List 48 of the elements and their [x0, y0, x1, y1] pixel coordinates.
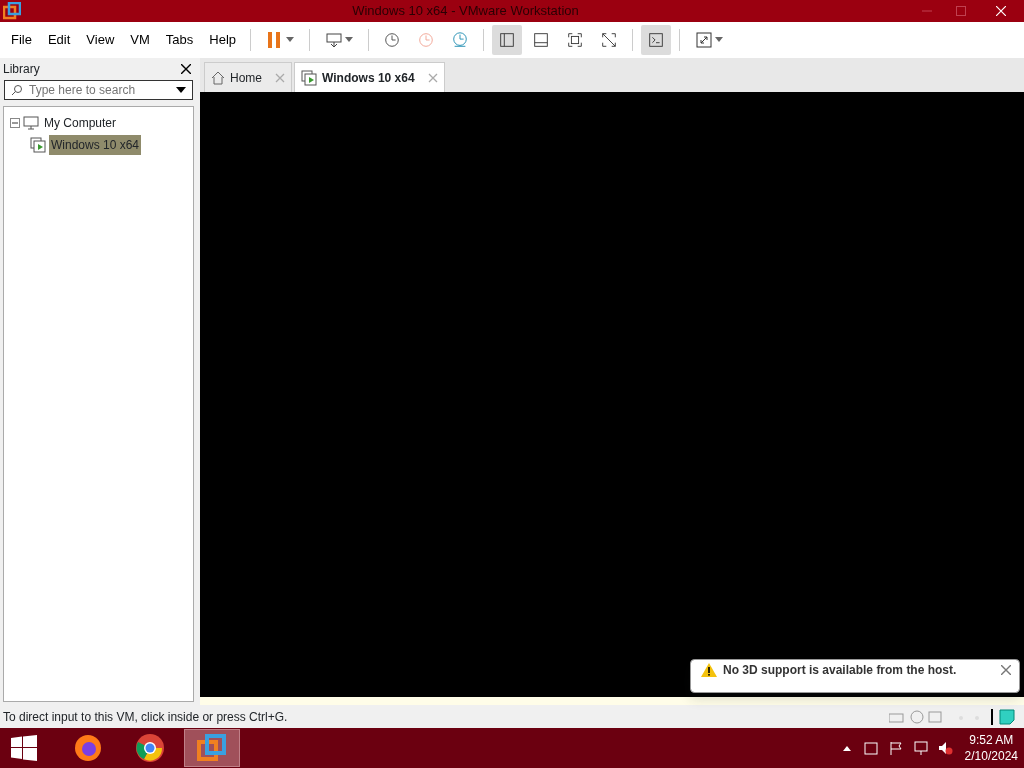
clock-icon: [383, 30, 402, 50]
menu-item[interactable]: Tabs: [157, 22, 202, 58]
terminal-button[interactable]: [641, 25, 672, 55]
search-field[interactable]: Type here to search: [4, 80, 193, 100]
library-title: Library: [3, 61, 41, 78]
caret-icon: [714, 37, 725, 43]
terminal-icon: [647, 30, 666, 50]
caret-icon: [285, 37, 296, 43]
note-icon[interactable]: [999, 708, 1015, 725]
caret-icon: [344, 37, 355, 43]
tree-item[interactable]: My Computer: [42, 113, 119, 133]
app-logo-icon: [196, 732, 228, 764]
warning-icon: [701, 663, 717, 677]
collapse-icon[interactable]: [10, 118, 20, 128]
vm-icon: [30, 137, 46, 153]
menu-item[interactable]: View: [78, 22, 123, 58]
clock-time[interactable]: 9:52 AM: [964, 732, 1018, 748]
window-title: Windows 10 x64 - VMware Workstation: [351, 2, 580, 21]
windows-logo-icon: [11, 735, 37, 761]
panel-icon: [532, 30, 551, 50]
sidebar-icon: [498, 30, 517, 50]
tree-item[interactable]: Windows 10 x64: [49, 135, 142, 155]
home-icon: [211, 70, 225, 85]
search-icon: [11, 84, 23, 96]
clock-icon: [451, 30, 470, 50]
maximize-icon: [956, 6, 966, 16]
browser-icon: [72, 732, 104, 764]
menu-item[interactable]: Edit: [39, 22, 79, 58]
resize-icon: [694, 30, 715, 50]
vm-icon: [301, 69, 317, 86]
menu-item[interactable]: Help: [201, 22, 245, 58]
clock-icon: [417, 30, 436, 50]
tab[interactable]: Home: [204, 62, 292, 92]
close-icon[interactable]: [181, 64, 191, 74]
clock-date[interactable]: 2/10/2024: [964, 748, 1018, 764]
dropdown-caret-icon: [176, 87, 186, 93]
menu-item[interactable]: VM: [122, 22, 158, 58]
computer-icon: [23, 116, 39, 130]
vm-screen[interactable]: No 3D support is available from the host.: [200, 92, 1024, 697]
browser-icon: [134, 732, 166, 764]
menu-item[interactable]: File: [3, 22, 40, 58]
notification-text: No 3D support is available from the host.: [723, 662, 958, 679]
app-logo-icon: [3, 2, 21, 20]
tab[interactable]: Windows 10 x64: [294, 62, 445, 92]
close-icon: [996, 6, 1006, 16]
sidebar-button[interactable]: [492, 25, 523, 55]
status-text: To direct input to this VM, click inside or press Ctrl+G.: [3, 708, 289, 726]
fullscreen-icon: [566, 30, 585, 50]
